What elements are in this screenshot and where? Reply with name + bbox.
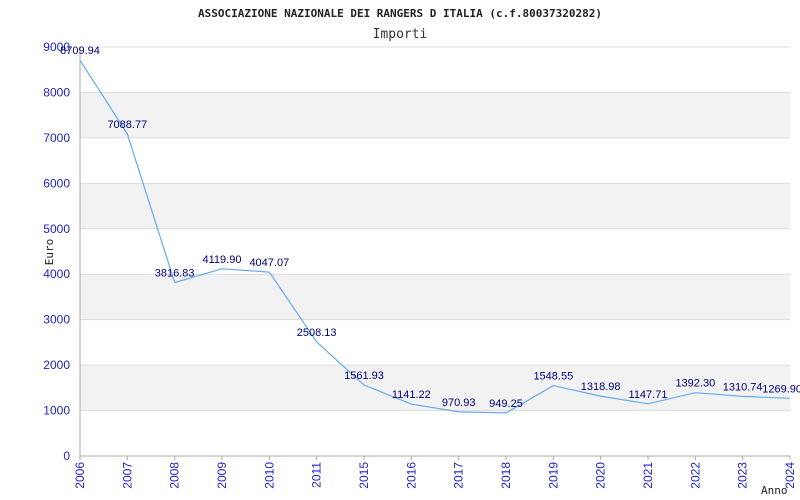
x-tick-label: 2020 [594, 462, 608, 489]
y-axis-label: Euro [43, 239, 56, 266]
y-tick-label: 8000 [43, 85, 70, 99]
x-axis-ticks: 2006 2007 2008 2009 2010 2011 2015 2016 2017 2018… [73, 456, 797, 489]
data-label: 8709.94 [60, 45, 100, 57]
data-label: 1392.30 [675, 378, 715, 390]
y-tick-label: 1000 [43, 404, 70, 418]
x-tick-label: 2011 [310, 462, 324, 488]
x-axis-label: Anno [761, 484, 788, 497]
x-tick-label: 2015 [357, 462, 371, 489]
x-tick-label: 2010 [262, 462, 276, 489]
data-label: 2508.13 [297, 327, 337, 339]
grid-band [80, 274, 790, 320]
y-tick-label: 7000 [43, 131, 70, 145]
data-label: 1310.74 [723, 381, 763, 393]
x-tick-label: 2006 [73, 462, 87, 489]
x-tick-label: 2017 [452, 462, 466, 489]
x-tick-label: 2022 [688, 462, 702, 489]
data-label: 970.93 [442, 397, 476, 409]
data-label: 4047.07 [249, 257, 289, 269]
data-label: 1561.93 [344, 370, 384, 382]
line-chart: ASSOCIAZIONE NAZIONALE DEI RANGERS D ITA… [43, 7, 800, 497]
y-tick-label: 0 [63, 449, 70, 463]
y-tick-label: 5000 [43, 222, 70, 236]
x-tick-label: 2008 [168, 462, 182, 489]
x-tick-label: 2016 [404, 462, 418, 489]
grid-band [80, 183, 790, 229]
x-tick-label: 2007 [120, 462, 134, 489]
x-tick-label: 2009 [215, 462, 229, 489]
y-tick-label: 2000 [43, 358, 70, 372]
y-tick-label: 3000 [43, 313, 70, 327]
x-tick-label: 2021 [641, 462, 655, 489]
x-tick-label: 2023 [736, 462, 750, 489]
data-label: 1147.71 [629, 389, 668, 401]
data-label: 949.25 [489, 398, 523, 410]
grid-band [80, 92, 790, 138]
chart-subtitle: Importi [373, 27, 428, 42]
data-label: 7088.77 [107, 119, 147, 131]
data-label: 1318.98 [581, 381, 621, 393]
data-label: 1548.55 [533, 371, 573, 383]
chart-title: ASSOCIAZIONE NAZIONALE DEI RANGERS D ITA… [198, 7, 602, 20]
background-bands [80, 46, 790, 457]
data-label: 1269.90 [762, 383, 800, 395]
y-tick-label: 4000 [43, 267, 70, 281]
x-tick-label: 2018 [499, 462, 513, 489]
x-tick-label: 2019 [546, 462, 560, 489]
y-tick-label: 6000 [43, 176, 70, 190]
data-label: 1141.22 [392, 389, 431, 401]
data-label: 4119.90 [203, 254, 242, 266]
data-label: 3816.83 [155, 268, 195, 280]
